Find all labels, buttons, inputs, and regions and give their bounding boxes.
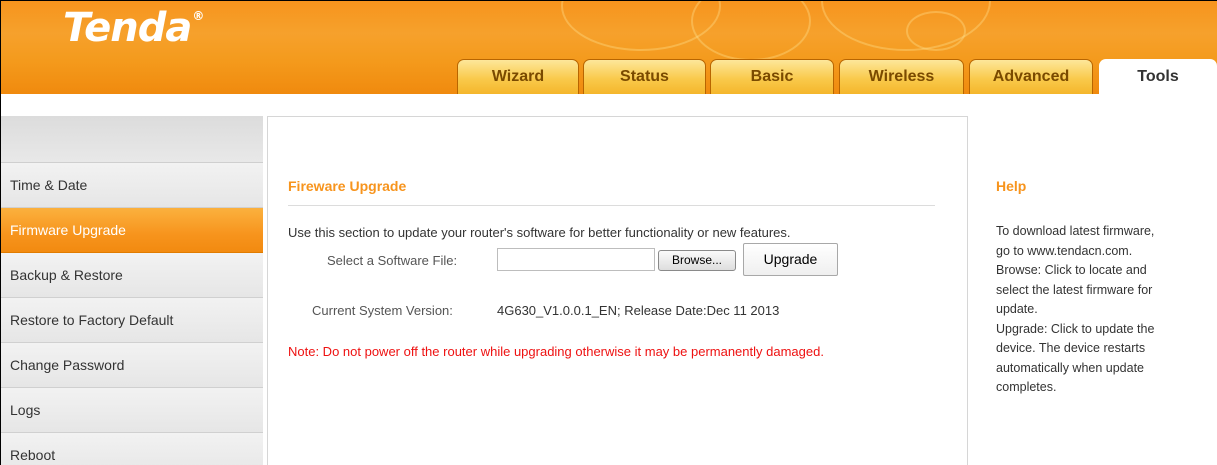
help-line: go to www.tendacn.com. — [996, 243, 1133, 258]
sidebar-item-reboot[interactable]: Reboot — [1, 433, 263, 465]
header-spacer — [1, 94, 1217, 116]
help-line: Browse: Click to locate and — [996, 263, 1147, 277]
sidebar-item-firmware-upgrade[interactable]: Firmware Upgrade — [1, 208, 263, 253]
page-title: Fireware Upgrade — [288, 178, 407, 194]
tab-advanced[interactable]: Advanced — [969, 59, 1093, 94]
tab-wireless[interactable]: Wireless — [839, 59, 964, 94]
main-panel: Fireware Upgrade Use this section to upd… — [267, 116, 968, 465]
help-line: completes. — [996, 380, 1057, 394]
title-divider — [288, 205, 935, 206]
sidebar-item-change-password[interactable]: Change Password — [1, 343, 263, 388]
current-version-value: 4G630_V1.0.0.1_EN; Release Date:Dec 11 2… — [497, 303, 780, 318]
help-line: To download latest firmware, — [996, 224, 1155, 238]
help-panel: Help To download latest firmware, go to … — [968, 116, 1217, 465]
tab-status[interactable]: Status — [583, 59, 706, 94]
help-line: select the latest firmware for — [996, 282, 1153, 297]
sidebar-header — [1, 116, 263, 163]
help-line: update. — [996, 302, 1038, 316]
sidebar-item-logs[interactable]: Logs — [1, 388, 263, 433]
sidebar-item-backup-restore[interactable]: Backup & Restore — [1, 253, 263, 298]
help-text: To download latest firmware, go to www.t… — [996, 222, 1202, 398]
sidebar-item-factory-default[interactable]: Restore to Factory Default — [1, 298, 263, 343]
sidebar: Time & Date Firmware Upgrade Backup & Re… — [1, 116, 263, 465]
software-file-input[interactable] — [497, 248, 655, 271]
sidebar-item-time-date[interactable]: Time & Date — [1, 163, 263, 208]
help-line: device. The device restarts — [996, 341, 1146, 355]
upgrade-button[interactable]: Upgrade — [743, 243, 838, 276]
file-select-label: Select a Software File: — [327, 253, 458, 268]
tab-wizard[interactable]: Wizard — [457, 59, 579, 94]
section-description: Use this section to update your router's… — [288, 225, 791, 240]
warning-note: Note: Do not power off the router while … — [288, 344, 824, 359]
header-banner: Tenda® Wizard Status Basic Wireless Adva… — [1, 1, 1217, 94]
browse-button[interactable]: Browse... — [658, 250, 736, 271]
main-nav-tabs: Wizard Status Basic Wireless Advanced To… — [1, 59, 1217, 94]
tab-tools[interactable]: Tools — [1099, 59, 1217, 94]
tab-basic[interactable]: Basic — [710, 59, 834, 94]
help-title: Help — [996, 178, 1027, 194]
help-line: automatically when update — [996, 360, 1145, 375]
help-line: Upgrade: Click to update the — [996, 321, 1155, 336]
current-version-label: Current System Version: — [312, 303, 453, 318]
tenda-logo[interactable]: Tenda® — [63, 5, 204, 51]
